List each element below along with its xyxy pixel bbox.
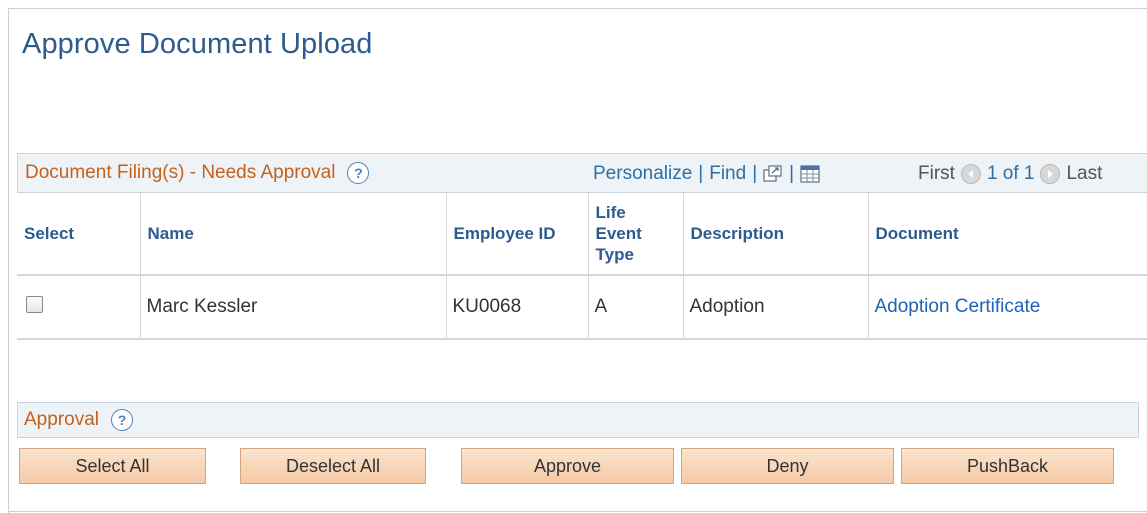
toolbar-separator: | <box>752 163 758 184</box>
employee-id-cell: KU0068 <box>446 275 589 340</box>
column-header-document[interactable]: Document <box>868 193 1147 276</box>
name-cell: Marc Kessler <box>140 275 447 340</box>
personalize-link[interactable]: Personalize <box>593 163 692 185</box>
pushback-button[interactable]: PushBack <box>901 448 1114 484</box>
approval-header: Approval ? <box>17 402 1139 438</box>
arrow-right-icon[interactable] <box>1040 164 1061 184</box>
help-icon[interactable]: ? <box>347 162 370 184</box>
deselect-all-button[interactable]: Deselect All <box>240 448 426 484</box>
find-link[interactable]: Find <box>709 163 746 185</box>
first-label[interactable]: First <box>918 163 955 185</box>
table-row: Marc Kessler KU0068 A Adoption Adoption … <box>17 275 1147 340</box>
select-cell <box>17 275 141 340</box>
arrow-left-icon[interactable] <box>960 164 981 184</box>
toolbar-separator: | <box>789 163 795 184</box>
bottom-divider <box>8 511 1147 512</box>
grid-navigation: First 1 of 1 Last <box>918 163 1102 185</box>
column-header-employee-id[interactable]: Employee ID <box>446 193 589 276</box>
approve-button[interactable]: Approve <box>461 448 674 484</box>
table-header-row: Select Name Employee ID Life Event Type … <box>17 193 1147 276</box>
column-header-description[interactable]: Description <box>683 193 869 276</box>
column-header-life-event-type[interactable]: Life Event Type <box>588 193 684 276</box>
approval-title: Approval <box>24 409 99 430</box>
page-count: 1 of 1 <box>986 163 1035 184</box>
help-icon[interactable]: ? <box>111 409 133 431</box>
grid-title: Document Filing(s) - Needs Approval <box>25 162 336 183</box>
grid-header: Document Filing(s) - Needs Approval ? Pe… <box>17 153 1147 193</box>
document-filing-grid: Document Filing(s) - Needs Approval ? Pe… <box>17 153 1147 340</box>
column-header-select: Select <box>17 193 141 276</box>
row-select-checkbox[interactable] <box>26 295 43 313</box>
page-title: Approve Document Upload <box>22 28 373 60</box>
approval-button-row: Select All Deselect All Approve Deny Pus… <box>17 438 1139 498</box>
approval-section: Approval ? Select All Deselect All Appro… <box>17 402 1139 498</box>
last-label[interactable]: Last <box>1066 163 1102 185</box>
new-window-icon[interactable] <box>763 165 783 183</box>
spreadsheet-icon[interactable] <box>800 165 820 183</box>
life-event-type-cell: A <box>588 275 684 340</box>
document-link[interactable]: Adoption Certificate <box>875 296 1041 317</box>
column-header-name[interactable]: Name <box>140 193 447 276</box>
grid-toolbar: Personalize | Find | | <box>593 163 820 185</box>
toolbar-separator: | <box>698 163 704 184</box>
document-cell: Adoption Certificate <box>868 275 1147 340</box>
deny-button[interactable]: Deny <box>681 448 894 484</box>
select-all-button[interactable]: Select All <box>19 448 206 484</box>
description-cell: Adoption <box>683 275 869 340</box>
document-table: Select Name Employee ID Life Event Type … <box>17 193 1147 340</box>
